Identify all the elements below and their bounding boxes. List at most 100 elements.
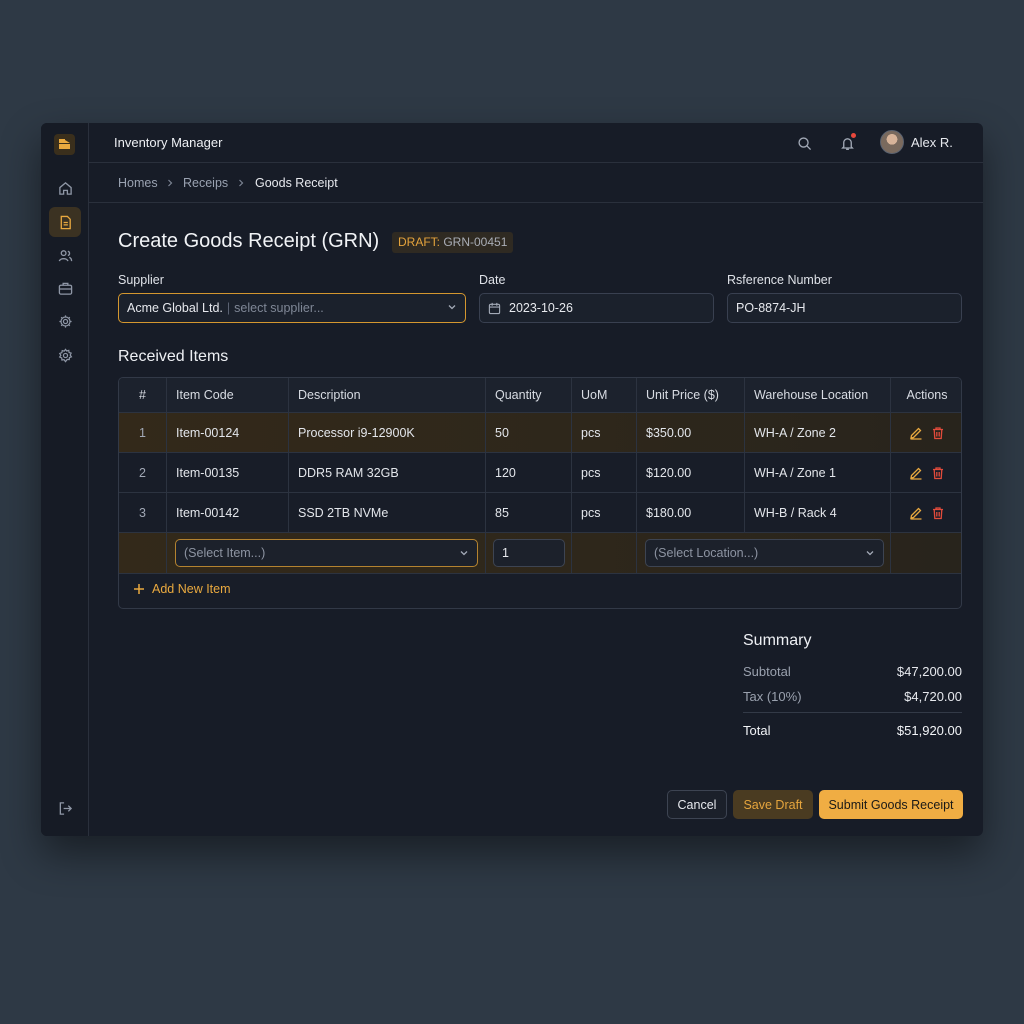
trash-icon[interactable] [931, 466, 945, 480]
user-name[interactable]: Alex R. [911, 135, 953, 150]
total-label: Total [743, 723, 771, 738]
top-bar: Inventory Manager Alex R. [89, 123, 983, 163]
chevron-right-icon [236, 177, 246, 191]
item-uom: pcs [572, 413, 637, 452]
app-window: Inventory Manager Alex R. Homes Receips … [41, 123, 983, 836]
plus-icon [133, 583, 145, 595]
subtotal-label: Subtotal [743, 664, 791, 679]
item-select-placeholder: (Select Item...) [184, 546, 266, 560]
subtotal-value: $47,200.00 [896, 664, 962, 679]
new-item-row: (Select Item...) 1 (Select Location...) [119, 533, 961, 574]
date-field[interactable]: 2023-10-26 [479, 293, 714, 323]
item-description: Processor i9-12900K [289, 413, 486, 452]
document-icon[interactable] [49, 207, 81, 237]
breadcrumb: Homes Receips Goods Receipt [89, 163, 983, 203]
reference-label: Rsference Number [727, 273, 832, 287]
item-uom: pcs [572, 453, 637, 492]
trash-icon[interactable] [931, 426, 945, 440]
items-table: # Item Code Description Quantity UoM Uni… [118, 377, 962, 609]
row-number: 2 [119, 453, 167, 492]
item-quantity: 85 [486, 493, 572, 532]
add-item-button[interactable]: Add New Item [133, 582, 231, 596]
table-row[interactable]: 1 Item-00124 Processor i9-12900K 50 pcs … [119, 413, 961, 453]
gear-icon[interactable] [49, 306, 81, 336]
notification-badge [851, 133, 856, 138]
supplier-value: Acme Global Ltd. [127, 301, 223, 315]
app-title: Inventory Manager [114, 135, 223, 150]
bell-icon[interactable] [837, 133, 857, 153]
item-unit-price: $180.00 [637, 493, 745, 532]
submit-button[interactable]: Submit Goods Receipt [819, 790, 963, 819]
item-unit-price: $350.00 [637, 413, 745, 452]
row-actions [891, 453, 961, 492]
users-icon[interactable] [49, 240, 81, 270]
logo-icon [54, 134, 75, 155]
edit-icon[interactable] [909, 506, 923, 520]
row-actions [891, 493, 961, 532]
chevron-down-icon [459, 548, 469, 558]
table-header-row: # Item Code Description Quantity UoM Uni… [119, 378, 961, 413]
table-row[interactable]: 2 Item-00135 DDR5 RAM 32GB 120 pcs $120.… [119, 453, 961, 493]
add-item-label: Add New Item [152, 582, 231, 596]
quantity-input[interactable]: 1 [493, 539, 565, 567]
item-location: WH-A / Zone 2 [745, 413, 891, 452]
table-row[interactable]: 3 Item-00142 SSD 2TB NVMe 85 pcs $180.00… [119, 493, 961, 533]
row-number [119, 533, 167, 573]
uom-cell [572, 533, 637, 573]
breadcrumb-receipts[interactable]: Receips [183, 176, 228, 190]
row-number: 1 [119, 413, 167, 452]
location-select-placeholder: (Select Location...) [654, 546, 759, 560]
search-icon[interactable] [794, 133, 814, 153]
item-location: WH-B / Rack 4 [745, 493, 891, 532]
edit-icon[interactable] [909, 466, 923, 480]
settings-icon[interactable] [49, 340, 81, 370]
breadcrumb-home[interactable]: Homes [118, 176, 158, 190]
row-number: 3 [119, 493, 167, 532]
supplier-label: Supplier [118, 273, 164, 287]
item-quantity: 50 [486, 413, 572, 452]
item-code: Item-00135 [167, 453, 289, 492]
reference-field[interactable]: PO-8874-JH [727, 293, 962, 323]
item-description: SSD 2TB NVMe [289, 493, 486, 532]
column-header: Actions [906, 388, 948, 402]
column-header: Unit Price ($) [637, 378, 745, 412]
chevron-right-icon [165, 177, 175, 191]
column-header: UoM [572, 378, 637, 412]
location-select[interactable]: (Select Location...) [645, 539, 884, 567]
item-location: WH-A / Zone 1 [745, 453, 891, 492]
row-actions [891, 413, 961, 452]
status-badge-label: DRAFT: [398, 235, 440, 249]
supplier-placeholder: select supplier... [234, 301, 324, 315]
total-value: $51,920.00 [896, 723, 962, 738]
home-icon[interactable] [49, 173, 81, 203]
chevron-down-icon [447, 301, 457, 315]
save-draft-button[interactable]: Save Draft [733, 790, 813, 819]
side-rail [41, 123, 89, 836]
item-quantity: 120 [486, 453, 572, 492]
item-description: DDR5 RAM 32GB [289, 453, 486, 492]
avatar[interactable] [880, 130, 904, 154]
item-code: Item-00142 [167, 493, 289, 532]
summary-title: Summary [743, 632, 812, 649]
actions-cell [891, 533, 961, 573]
page-title: Create Goods Receipt (GRN) [118, 230, 380, 252]
tax-label: Tax (10%) [743, 689, 802, 704]
column-header: # [119, 378, 167, 412]
column-header: Item Code [167, 378, 289, 412]
item-uom: pcs [572, 493, 637, 532]
trash-icon[interactable] [931, 506, 945, 520]
supplier-select[interactable]: Acme Global Ltd. | select supplier... [118, 293, 466, 323]
briefcase-icon[interactable] [49, 273, 81, 303]
chevron-down-icon [865, 548, 875, 558]
column-header: Warehouse Location [745, 378, 891, 412]
breadcrumb-current: Goods Receipt [255, 176, 338, 190]
edit-icon[interactable] [909, 426, 923, 440]
cancel-button[interactable]: Cancel [667, 790, 727, 819]
item-code: Item-00124 [167, 413, 289, 452]
status-badge-value: GRN-00451 [443, 235, 508, 249]
logout-icon[interactable] [49, 793, 81, 823]
item-select[interactable]: (Select Item...) [175, 539, 478, 567]
column-header: Description [289, 378, 486, 412]
item-unit-price: $120.00 [637, 453, 745, 492]
supplier-separator: | [226, 301, 231, 315]
